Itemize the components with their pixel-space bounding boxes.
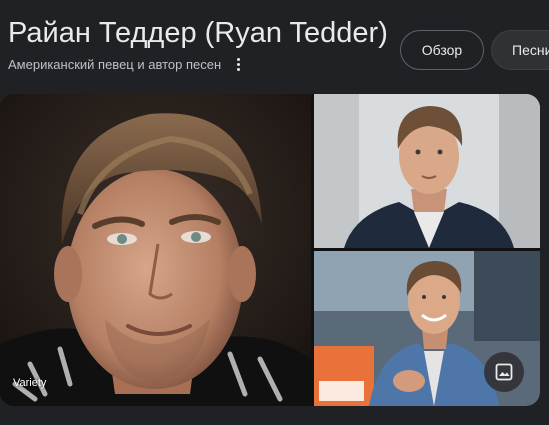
entity-title: Райан Теддер (Ryan Tedder)	[8, 17, 388, 49]
side-photo-top[interactable]	[314, 94, 540, 248]
image-source-label: Variety	[13, 377, 47, 389]
main-photo[interactable]: Variety	[0, 94, 311, 406]
more-vert-icon[interactable]	[231, 55, 245, 73]
image-search-button[interactable]	[484, 352, 524, 392]
subtitle-row: Американский певец и автор песен	[8, 55, 245, 73]
entity-subtitle: Американский певец и автор песен	[8, 56, 222, 72]
image-icon	[495, 363, 513, 381]
portrait-image	[314, 94, 540, 248]
tab-songs[interactable]: Песни	[491, 30, 549, 70]
tab-overview[interactable]: Обзор	[400, 30, 484, 70]
image-gallery: Variety	[0, 94, 540, 406]
portrait-image	[0, 94, 311, 406]
knowledge-panel-header: Райан Теддер (Ryan Tedder) Американский …	[0, 0, 549, 425]
